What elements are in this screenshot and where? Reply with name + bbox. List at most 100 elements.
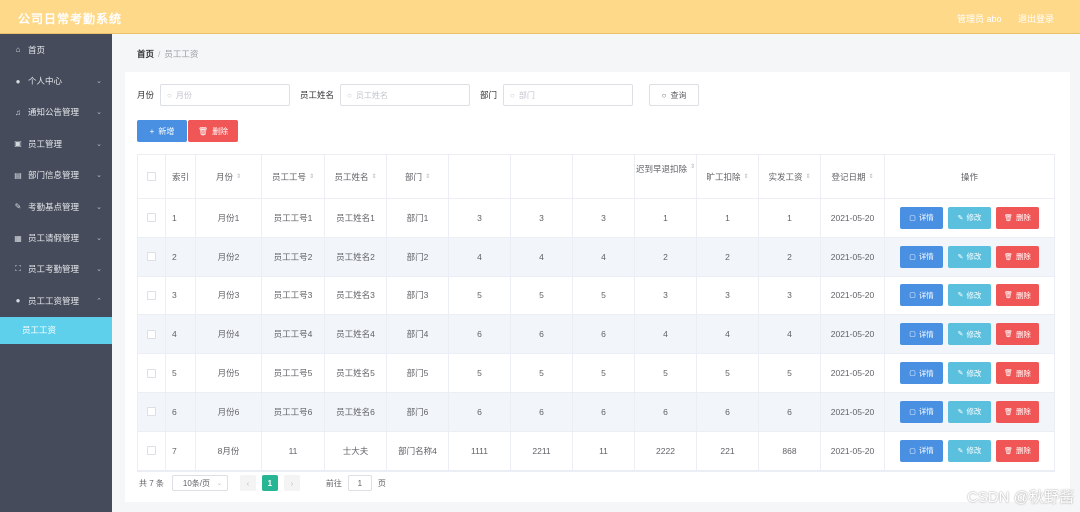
chevron-down-icon: ⌄: [96, 140, 102, 148]
page-size-select[interactable]: 10条/页 ⌄: [171, 475, 228, 491]
sidebar-item-employees[interactable]: ▣ 员工管理 ⌄: [0, 128, 112, 159]
edit-button[interactable]: ✎ 修改: [948, 284, 991, 307]
header-month-label: 月份: [215, 171, 233, 182]
sort-icon: ⇕: [235, 174, 242, 180]
header-salary[interactable]: 实发工资 ⇕: [759, 155, 821, 198]
breadcrumb-home[interactable]: 首页: [137, 49, 154, 59]
detail-button[interactable]: ▢ 详情: [900, 284, 943, 307]
goto-page-input[interactable]: 1: [347, 475, 372, 491]
row-checkbox[interactable]: [147, 446, 156, 456]
header-month[interactable]: 月份 ⇕: [196, 155, 262, 198]
query-button[interactable]: ○ 查询: [649, 84, 700, 106]
header-absent-label: 旷工扣除: [706, 171, 741, 182]
month-input[interactable]: ○ 月份: [160, 84, 291, 106]
cell-month: 月份6: [196, 392, 262, 431]
edit-button[interactable]: ✎ 修改: [948, 362, 991, 385]
main-area: 首页 / 员工工资 月份 ○ 月份 员工姓名 ○ 员工姓名 部门 ○ 部门 ○ 查询: [112, 34, 1080, 512]
detail-button[interactable]: ▢ 详情: [900, 245, 943, 268]
chevron-left-icon: ‹: [246, 478, 250, 488]
batch-delete-button[interactable]: 🗑 删除: [188, 120, 238, 142]
detail-button[interactable]: ▢ 详情: [900, 362, 943, 385]
edit-button[interactable]: ✎ 修改: [948, 400, 991, 423]
cell-month: 月份5: [196, 354, 262, 392]
select-all-checkbox[interactable]: [147, 172, 156, 181]
prev-page-button[interactable]: ‹: [239, 475, 256, 491]
scan-icon: ⛶: [15, 264, 21, 274]
page-number-current[interactable]: 1: [261, 475, 278, 491]
plus-icon: +: [149, 126, 155, 136]
cell-col-b: 2211: [511, 431, 573, 470]
cell-col-c: 6: [573, 392, 635, 431]
delete-button[interactable]: 🗑 删除: [996, 284, 1039, 307]
edit-button-label: 修改: [966, 407, 982, 417]
cell-emp-name: 士大夫: [325, 431, 387, 470]
edit-button[interactable]: ✎ 修改: [948, 439, 991, 462]
top-bar: 公司日常考勤系统 管理员 abo 退出登录: [0, 0, 1080, 34]
delete-button-label: 删除: [1015, 368, 1031, 378]
delete-button[interactable]: 🗑 删除: [996, 400, 1039, 423]
delete-button[interactable]: 🗑 删除: [996, 439, 1039, 462]
chevron-up-icon: ⌃: [96, 297, 102, 305]
sidebar-item-salary[interactable]: ● 员工工资管理 ⌃: [0, 285, 112, 316]
cell-col-c: 5: [573, 276, 635, 315]
sort-icon: ⇕: [424, 174, 431, 180]
sidebar: ⌂ 首页 ● 个人中心 ⌄ ♫ 通知公告管理 ⌄ ▣ 员工管理 ⌄ ▤ 部门信息…: [0, 34, 112, 512]
cell-emp-name: 员工姓名4: [325, 315, 387, 354]
cell-dept: 部门1: [387, 199, 449, 237]
edit-button[interactable]: ✎ 修改: [948, 323, 991, 346]
sidebar-item-attendance[interactable]: ⛶ 员工考勤管理 ⌄: [0, 254, 112, 285]
sidebar-item-leave[interactable]: ▦ 员工请假管理 ⌄: [0, 222, 112, 253]
row-checkbox[interactable]: [147, 213, 156, 223]
header-emp-name[interactable]: 员工姓名 ⇕: [325, 155, 387, 198]
delete-button-label: 删除: [1015, 446, 1031, 456]
detail-button[interactable]: ▢ 详情: [900, 400, 943, 423]
top-right-area: 管理员 abo 退出登录: [943, 12, 1054, 25]
detail-button[interactable]: ▢ 详情: [900, 206, 943, 229]
header-late[interactable]: 迟到早退扣除 ⇕: [635, 155, 697, 198]
delete-button[interactable]: 🗑 删除: [996, 323, 1039, 346]
action-bar: + 新增 🗑 删除: [137, 120, 238, 142]
month-placeholder: 月份: [175, 90, 192, 100]
sort-icon: ⇕: [868, 174, 874, 180]
next-page-button[interactable]: ›: [283, 475, 300, 491]
row-checkbox[interactable]: [147, 252, 156, 262]
row-checkbox-cell: [138, 199, 166, 237]
header-emp-no[interactable]: 员工工号 ⇕: [262, 155, 325, 198]
header-absent[interactable]: 旷工扣除 ⇕: [697, 155, 759, 198]
chevron-down-icon: ⌄: [216, 480, 222, 487]
cell-month: 月份4: [196, 315, 262, 354]
employee-name-label: 员工姓名: [300, 90, 335, 100]
row-checkbox[interactable]: [147, 329, 156, 339]
cell-ops: ▢ 详情 ✎ 修改 🗑 删除: [885, 199, 1054, 237]
add-button[interactable]: + 新增: [137, 120, 187, 142]
detail-button[interactable]: ▢ 详情: [900, 323, 943, 346]
edit-button[interactable]: ✎ 修改: [948, 245, 991, 268]
page-size-value: 10条/页: [182, 478, 211, 488]
header-dept[interactable]: 部门 ⇕: [387, 155, 449, 198]
cell-dept: 部门6: [387, 392, 449, 431]
delete-button[interactable]: 🗑 删除: [996, 362, 1039, 385]
sidebar-item-home[interactable]: ⌂ 首页: [0, 34, 112, 65]
delete-button[interactable]: 🗑 删除: [996, 245, 1039, 268]
sidebar-item-departments[interactable]: ▤ 部门信息管理 ⌄: [0, 160, 112, 191]
detail-icon: ▢: [909, 370, 916, 378]
row-checkbox[interactable]: [147, 368, 156, 378]
sidebar-item-attendance-base[interactable]: ✎ 考勤基点管理 ⌄: [0, 191, 112, 222]
row-checkbox[interactable]: [147, 290, 156, 300]
detail-button[interactable]: ▢ 详情: [900, 439, 943, 462]
edit-button[interactable]: ✎ 修改: [948, 206, 991, 229]
edit-icon: ✎: [957, 408, 964, 416]
sidebar-subitem-salary[interactable]: 员工工资: [0, 316, 112, 344]
department-input[interactable]: ○ 部门: [503, 84, 634, 106]
cell-month: 月份3: [196, 276, 262, 315]
employee-name-input[interactable]: ○ 员工姓名: [340, 84, 471, 106]
sidebar-item-profile[interactable]: ● 个人中心 ⌄: [0, 65, 112, 96]
logout-link[interactable]: 退出登录: [1018, 14, 1054, 24]
row-checkbox[interactable]: [147, 407, 156, 417]
cell-emp-name: 员工姓名2: [325, 237, 387, 276]
detail-icon: ▢: [909, 408, 916, 416]
sidebar-item-notices[interactable]: ♫ 通知公告管理 ⌄: [0, 97, 112, 128]
delete-button[interactable]: 🗑 删除: [996, 206, 1039, 229]
header-date[interactable]: 登记日期 ⇕: [821, 155, 885, 198]
cell-ops: ▢ 详情 ✎ 修改 🗑 删除: [885, 315, 1054, 353]
